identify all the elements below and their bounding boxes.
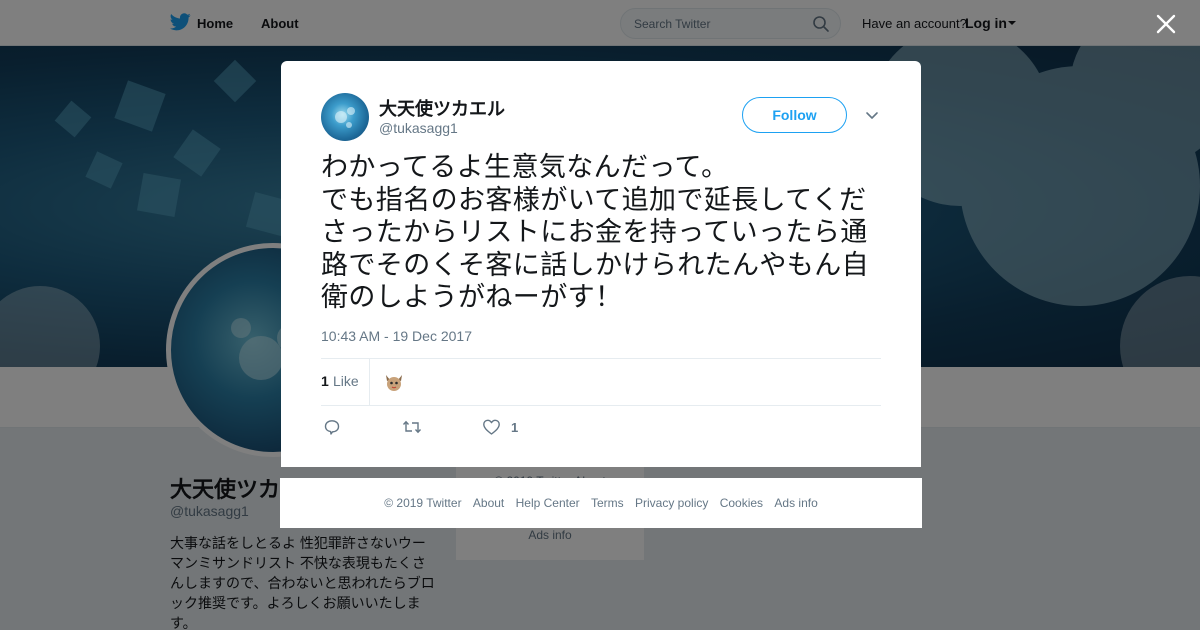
chevron-down-icon[interactable]	[864, 108, 880, 124]
tweet-author-name[interactable]: 大天使ツカエル	[379, 95, 505, 121]
footer-link-cookies[interactable]: Cookies	[720, 496, 763, 510]
footer-link-help-center[interactable]: Help Center	[516, 496, 580, 510]
liker-avatar[interactable]	[383, 371, 405, 393]
tweet-author-handle[interactable]: @tukasagg1	[379, 120, 458, 136]
footer-link-privacy-policy[interactable]: Privacy policy	[635, 496, 708, 510]
tweet-text: わかってるよ生意気なんだって。 でも指名のお客様がいて追加で延長してくださったか…	[321, 152, 869, 313]
footer-link-about[interactable]: About	[473, 496, 504, 510]
footer-link-ads-info[interactable]: Ads info	[774, 496, 817, 510]
close-icon[interactable]	[1155, 13, 1177, 35]
heart-count: 1	[511, 420, 519, 435]
follow-button[interactable]: Follow	[742, 97, 847, 133]
modal-footer: © 2019 Twitter About Help Center Terms P…	[280, 478, 922, 528]
reply-icon[interactable]	[323, 418, 341, 436]
like-label[interactable]: Like	[333, 373, 359, 389]
footer-copyright: © 2019 Twitter	[384, 496, 462, 510]
tweet-timestamp[interactable]: 10:43 AM - 19 Dec 2017	[321, 328, 472, 344]
divider	[321, 405, 881, 406]
heart-icon[interactable]	[482, 418, 501, 436]
tweet-author-avatar[interactable]	[321, 93, 369, 141]
like-count[interactable]: 1	[321, 373, 329, 389]
divider	[369, 358, 370, 405]
divider	[321, 358, 881, 359]
footer-link-terms[interactable]: Terms	[591, 496, 624, 510]
tweet-modal: 大天使ツカエル @tukasagg1 Follow わかってるよ生意気なんだって…	[281, 61, 921, 467]
retweet-icon[interactable]	[402, 418, 422, 436]
